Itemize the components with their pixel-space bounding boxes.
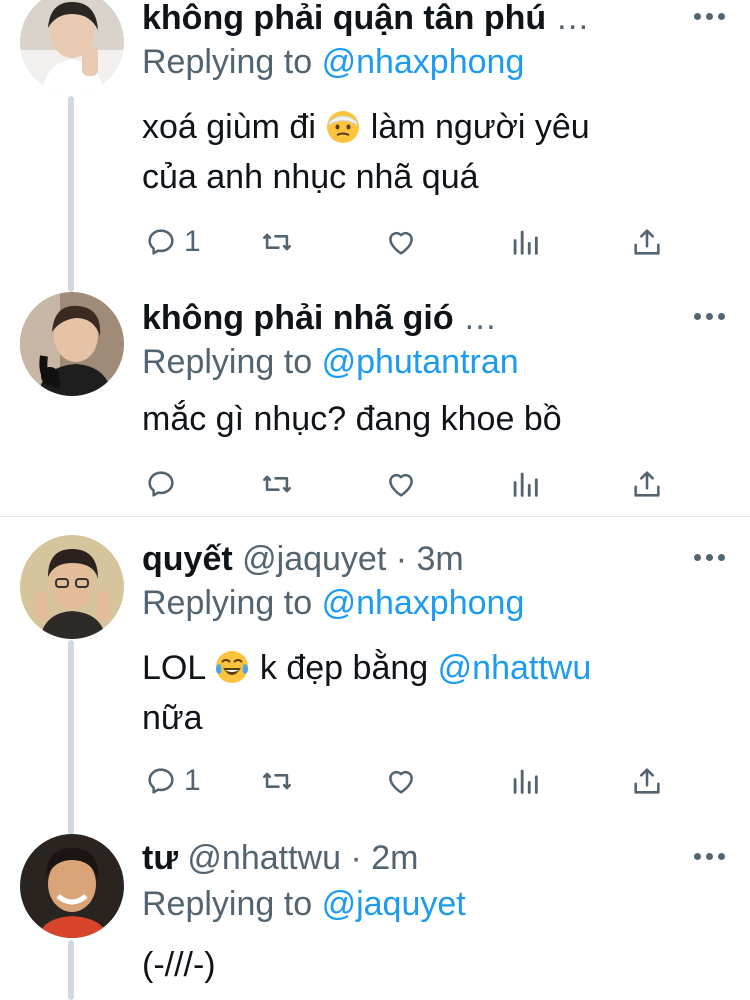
like-button[interactable] [384, 466, 418, 502]
tweet-text-part: LOL [142, 649, 206, 687]
dizzy-face-emoji [325, 108, 361, 144]
tweet-text: (-///-) [142, 940, 702, 990]
reply-icon [148, 471, 174, 497]
handle: @nhattwu · 2m [187, 839, 419, 877]
tweet-header: không phải quận tân phú … [142, 0, 690, 40]
tweet[interactable]: không phải quận tân phú … Replying to @n… [0, 0, 750, 290]
share-icon [634, 471, 660, 497]
tweet-header: tư @nhattwu · 2m [142, 836, 690, 880]
share-button[interactable] [630, 763, 664, 799]
tweet-header: quyết @jaquyet · 3m [142, 537, 690, 581]
avatar[interactable] [20, 292, 124, 396]
tweet[interactable]: tư @nhattwu · 2m Replying to @jaquyet (-… [0, 822, 750, 1000]
mention-link[interactable]: @nhattwu [438, 649, 592, 687]
tweet-text-line: mắc gì nhục? đang khoe bồ [142, 400, 562, 438]
display-name[interactable]: không phải quận tân phú [142, 0, 546, 37]
replying-to-mention[interactable]: @phutantran [322, 343, 519, 381]
share-icon [634, 229, 660, 255]
reply-count: 1 [184, 225, 201, 258]
share-button[interactable] [630, 466, 664, 502]
like-icon [389, 770, 413, 794]
display-name[interactable]: quyết [142, 540, 233, 578]
tweet-actions: 1 [142, 224, 672, 260]
like-icon [389, 473, 413, 497]
tweet-text: xoá giùm đi làm người yêu của anh nhục n… [142, 102, 702, 202]
display-name[interactable]: tư [142, 839, 178, 877]
replying-to: Replying to @phutantran [142, 340, 519, 384]
replying-to-label: Replying to [142, 43, 313, 81]
tweet-header: không phải nhã gió … [142, 296, 690, 340]
tears-of-joy-emoji [214, 649, 250, 685]
avatar[interactable] [20, 834, 124, 938]
like-icon [389, 231, 413, 255]
replying-to-mention[interactable]: @jaquyet [322, 885, 466, 923]
more-icon[interactable] [692, 306, 728, 326]
views-icon [513, 230, 538, 255]
views-icon [513, 472, 538, 497]
replying-to: Replying to @jaquyet [142, 882, 466, 926]
handle: @jaquyet · 3m [242, 540, 464, 578]
views-button[interactable] [508, 466, 542, 502]
retweet-icon [262, 475, 292, 493]
views-button[interactable] [508, 763, 542, 799]
tweet-text-line: của anh nhục nhã quá [142, 158, 479, 196]
tweet[interactable]: quyết @jaquyet · 3m Replying to @nhaxpho… [0, 517, 750, 822]
retweet-button[interactable] [260, 466, 294, 502]
tweet-text-line: (-///-) [142, 946, 216, 984]
tweet-text-part: k đẹp bằng [259, 649, 429, 687]
tweet-text-line: nữa [142, 699, 203, 737]
more-icon[interactable] [692, 6, 728, 26]
tweet-text-part: làm người yêu [370, 108, 590, 146]
reply-icon [148, 229, 174, 255]
views-icon [513, 769, 538, 794]
retweet-icon [262, 772, 292, 790]
more-icon[interactable] [692, 846, 728, 866]
replying-to: Replying to @nhaxphong [142, 40, 524, 84]
tweet-text: LOL k đẹp bằng @nhattwu nữa [142, 643, 702, 743]
tweet-text-part: xoá giùm đi [142, 108, 316, 146]
replying-to-label: Replying to [142, 343, 313, 381]
share-icon [634, 768, 660, 794]
display-name[interactable]: không phải nhã gió [142, 299, 454, 337]
views-button[interactable] [508, 224, 542, 260]
retweet-icon [262, 233, 292, 251]
reply-button[interactable] [144, 466, 178, 502]
retweet-button[interactable] [260, 224, 294, 260]
reply-button[interactable]: 1 [144, 763, 201, 799]
replying-to-mention[interactable]: @nhaxphong [322, 584, 525, 622]
reply-icon [148, 768, 174, 794]
reply-count: 1 [184, 764, 201, 797]
tweet-text: mắc gì nhục? đang khoe bồ [142, 394, 702, 444]
avatar[interactable] [20, 535, 124, 639]
more-icon[interactable] [692, 547, 728, 567]
reply-button[interactable]: 1 [144, 224, 201, 260]
replying-to-mention[interactable]: @nhaxphong [322, 43, 525, 81]
like-button[interactable] [384, 224, 418, 260]
share-button[interactable] [630, 224, 664, 260]
like-button[interactable] [384, 763, 418, 799]
handle: … [555, 0, 590, 37]
handle: … [463, 299, 498, 337]
replying-to-label: Replying to [142, 885, 313, 923]
tweet[interactable]: không phải nhã gió … Replying to @phutan… [0, 290, 750, 516]
replying-to: Replying to @nhaxphong [142, 581, 524, 625]
retweet-button[interactable] [260, 763, 294, 799]
replying-to-label: Replying to [142, 584, 313, 622]
tweet-actions [142, 466, 672, 502]
avatar[interactable] [20, 0, 124, 94]
tweet-actions: 1 [142, 763, 672, 799]
